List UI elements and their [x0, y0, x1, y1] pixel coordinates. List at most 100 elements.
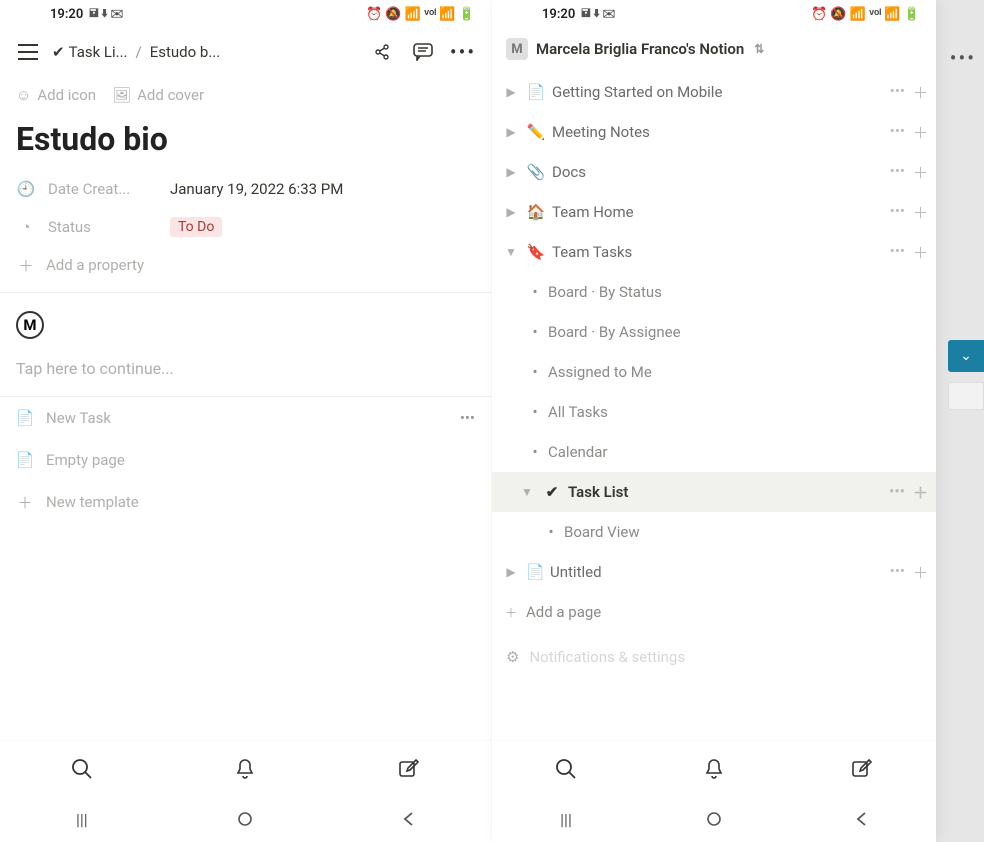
plus-icon[interactable]: ＋ — [913, 162, 928, 183]
nav-recents[interactable]: ||| — [42, 810, 122, 829]
phone-left: 19:20 🖬 ⬇ ✉ ⏰ 🔕 📶 ᵛᵒˡ 📶 🔋 ✔ Task Li... /… — [0, 0, 492, 842]
more-icon[interactable]: ••• — [889, 482, 905, 503]
template-new-task[interactable]: 📄 New Task ••• — [10, 397, 481, 439]
property-status[interactable]: ◔ Status To Do — [16, 208, 475, 246]
caret-icon[interactable]: ▶ — [502, 205, 520, 219]
page-icon: 📄 — [16, 451, 34, 469]
nav-recents[interactable]: ||| — [526, 810, 606, 829]
nav-back[interactable] — [822, 811, 902, 827]
nav-back[interactable] — [369, 811, 449, 827]
compose-icon[interactable] — [379, 747, 439, 791]
caret-icon[interactable]: ▶ — [502, 165, 520, 179]
gear-icon: ⚙ — [506, 648, 519, 666]
bullet-icon: • — [528, 323, 542, 341]
plus-icon[interactable]: ＋ — [913, 242, 928, 263]
more-icon[interactable]: ••• — [445, 34, 481, 70]
tap-to-continue[interactable]: Tap here to continue... — [0, 349, 491, 396]
status-right-icons: ⏰ 🔕 📶 ᵛᵒˡ 📶 🔋 — [811, 6, 920, 22]
more-icon[interactable]: ••• — [890, 162, 905, 183]
status-badge: To Do — [170, 217, 222, 237]
workspace-name: Marcela Briglia Franco's Notion — [536, 40, 744, 58]
page-tree: ▶ 📄 Getting Started on Mobile •••＋ ▶ ✏️ … — [492, 70, 936, 740]
add-icon-button[interactable]: ☺ Add icon — [16, 86, 96, 104]
sidebar-item-board-status[interactable]: • Board · By Status — [492, 272, 936, 312]
workspace-switcher[interactable]: M Marcela Briglia Franco's Notion ⇅ — [492, 28, 936, 70]
more-icon[interactable]: ••• — [460, 409, 475, 427]
add-page-label: Add a page — [526, 603, 928, 621]
sidebar-panel: 19:20 🖬 ⬇ ✉ ⏰ 🔕 📶 ᵛᵒˡ 📶 🔋 M Marcela Brig… — [492, 0, 936, 842]
template-new-template-label: New template — [46, 493, 139, 511]
sidebar-item-getting-started[interactable]: ▶ 📄 Getting Started on Mobile ••• ＋ — [492, 72, 936, 112]
plus-icon[interactable]: ＋ — [913, 82, 928, 103]
template-empty-page[interactable]: 📄 Empty page — [10, 439, 481, 481]
notifications-icon[interactable] — [215, 747, 275, 791]
more-icon[interactable]: ••• — [890, 122, 905, 143]
more-icon[interactable]: ••• — [890, 202, 905, 223]
compose-icon[interactable] — [832, 747, 892, 791]
sidebar-item-label: Board View — [564, 523, 928, 541]
add-property-button[interactable]: ＋ Add a property — [16, 246, 475, 284]
nav-home[interactable] — [205, 811, 285, 827]
sidebar-item-notifications-settings[interactable]: ⚙ Notifications & settings — [492, 632, 936, 674]
property-date[interactable]: 🕘 Date Creat... January 19, 2022 6:33 PM — [16, 170, 475, 208]
nav-home[interactable] — [674, 811, 754, 827]
sidebar-item-label: Getting Started on Mobile — [552, 83, 884, 101]
sidebar-item-assigned-to-me[interactable]: • Assigned to Me — [492, 352, 936, 392]
caret-icon[interactable]: ▶ — [502, 565, 520, 579]
plus-icon: ＋ — [16, 255, 36, 276]
sidebar-item-label: Meeting Notes — [552, 123, 884, 141]
sidebar-item-meeting-notes[interactable]: ▶ ✏️ Meeting Notes •••＋ — [492, 112, 936, 152]
sidebar-item-board-view[interactable]: • Board View — [492, 512, 936, 552]
caret-down-icon[interactable]: ▼ — [518, 485, 536, 499]
sidebar-item-docs[interactable]: ▶ 📎 Docs •••＋ — [492, 152, 936, 192]
sidebar-item-team-tasks[interactable]: ▼ 🔖 Team Tasks •••＋ — [492, 232, 936, 272]
menu-icon[interactable] — [10, 34, 46, 70]
page-icon: 📄 — [526, 563, 544, 581]
sidebar-item-team-home[interactable]: ▶ 🏠 Team Home •••＋ — [492, 192, 936, 232]
caret-icon[interactable]: ▶ — [502, 125, 520, 139]
page-title[interactable]: Estudo bio — [0, 110, 491, 166]
bookmark-icon: 🔖 — [526, 243, 546, 261]
share-icon[interactable] — [365, 34, 401, 70]
add-cover-button[interactable]: 🖼 Add cover — [112, 86, 204, 104]
sidebar-item-label: Board · By Status — [548, 283, 928, 301]
bullet-icon: • — [528, 363, 542, 381]
more-icon[interactable]: ••• — [890, 562, 905, 583]
dropdown-chevron[interactable]: ⌄ — [948, 340, 984, 372]
caret-down-icon[interactable]: ▼ — [502, 245, 520, 259]
property-date-label: Date Creat... — [48, 180, 158, 198]
more-icon[interactable]: ••• — [950, 46, 976, 70]
properties-section: 🕘 Date Creat... January 19, 2022 6:33 PM… — [0, 166, 491, 293]
sidebar-item-calendar[interactable]: • Calendar — [492, 432, 936, 472]
chevron-updown-icon: ⇅ — [754, 42, 764, 56]
page-icon: 📄 — [16, 409, 34, 427]
hidden-panel — [948, 382, 984, 410]
search-icon[interactable] — [52, 747, 112, 791]
breadcrumb[interactable]: ✔ Task Li... / Estudo b... — [52, 43, 359, 61]
search-icon[interactable] — [536, 747, 596, 791]
check-icon: ✔ — [52, 43, 65, 61]
page-header: ✔ Task Li... / Estudo b... ••• — [0, 28, 491, 76]
add-row: ☺ Add icon 🖼 Add cover — [0, 76, 491, 110]
template-new-template[interactable]: ＋ New template — [10, 481, 481, 523]
add-page-button[interactable]: ＋ Add a page — [492, 592, 936, 632]
plus-icon[interactable]: ＋ — [913, 562, 928, 583]
more-icon[interactable]: ••• — [890, 242, 905, 263]
sidebar-item-untitled[interactable]: ▶ 📄 Untitled •••＋ — [492, 552, 936, 592]
sidebar-item-all-tasks[interactable]: • All Tasks — [492, 392, 936, 432]
plus-icon[interactable]: ＋ — [913, 482, 928, 503]
notifications-icon[interactable] — [684, 747, 744, 791]
template-new-task-label: New Task — [46, 409, 111, 427]
comments-icon[interactable] — [405, 34, 441, 70]
more-icon[interactable]: ••• — [890, 82, 905, 103]
sidebar-item-task-list[interactable]: ▼ ✔ Task List •••＋ — [492, 472, 936, 512]
plus-icon: ＋ — [502, 604, 520, 621]
caret-icon[interactable]: ▶ — [502, 85, 520, 99]
plus-icon[interactable]: ＋ — [913, 202, 928, 223]
plus-icon[interactable]: ＋ — [913, 122, 928, 143]
breadcrumb-parent: Task Li... — [69, 43, 128, 61]
page-icon: 📄 — [526, 83, 546, 101]
sidebar-item-board-assignee[interactable]: • Board · By Assignee — [492, 312, 936, 352]
template-list: 📄 New Task ••• 📄 Empty page ＋ New templa… — [0, 396, 491, 523]
sidebar-item-label: Assigned to Me — [548, 363, 928, 381]
